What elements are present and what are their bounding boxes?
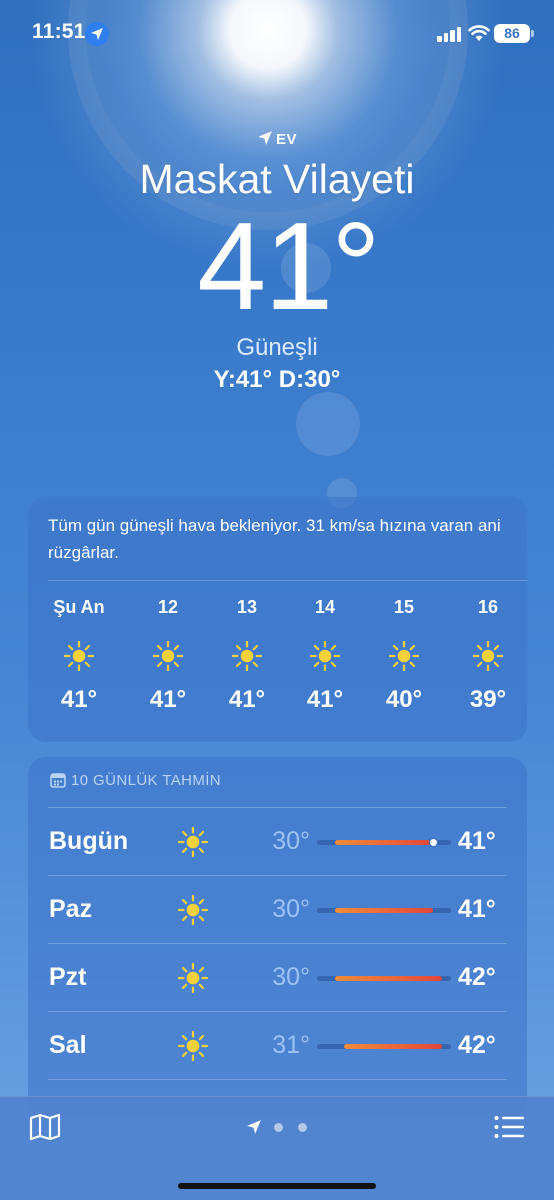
daily-forecast-card[interactable]: 10 GÜNLÜK TAHMİN Bugün 30° 41° Paz 30° 41° Pzt… (28, 757, 527, 1117)
day-name: Bugün (49, 827, 129, 855)
home-label-text: EV (275, 131, 297, 148)
lens-flare (296, 392, 360, 456)
location-arrow-icon (258, 131, 272, 145)
hour-label: 12 (157, 597, 179, 617)
status-bar: 11:51 86 (0, 0, 554, 66)
current-temp-dot (429, 839, 437, 846)
sun-icon (309, 640, 341, 672)
hourly-item: 13 41° (212, 597, 282, 714)
sun-icon (472, 640, 504, 672)
hourly-forecast-card[interactable]: Tüm gün güneşli hava bekleniyor. 31 km/s… (28, 497, 527, 742)
day-icon-wrap (177, 962, 209, 998)
calendar-icon (50, 773, 66, 788)
daily-row[interactable]: Pzt 30° 42° (28, 943, 527, 1011)
sun-icon (177, 962, 209, 994)
battery-icon: 86 (494, 24, 530, 43)
day-high-temp: 41° (458, 895, 496, 923)
forecast-summary: Tüm gün güneşli hava bekleniyor. 31 km/s… (48, 516, 501, 562)
battery-tip (531, 30, 534, 37)
temp-range-track (317, 908, 451, 913)
divider (48, 807, 507, 808)
daily-forecast-header: 10 GÜNLÜK TAHMİN (50, 772, 221, 789)
day-name: Sal (49, 1031, 87, 1059)
bottom-toolbar (0, 1096, 554, 1200)
wifi-icon (468, 25, 490, 41)
sun-icon (63, 640, 95, 672)
map-icon[interactable] (29, 1113, 61, 1141)
status-time: 11:51 (32, 20, 86, 43)
day-low-temp: 30° (272, 827, 310, 855)
daily-forecast-title: 10 GÜNLÜK TAHMİN (71, 772, 222, 789)
location-arrow-icon (247, 1120, 261, 1134)
hour-label: 15 (393, 597, 415, 617)
day-name: Paz (49, 895, 93, 923)
divider (48, 580, 527, 581)
hourly-item: Şu An 41° (44, 597, 114, 714)
list-icon[interactable] (494, 1115, 524, 1139)
hour-icon-wrap (453, 640, 523, 676)
day-low-temp: 31° (272, 1031, 310, 1059)
hour-icon-wrap (133, 640, 203, 676)
hour-temperature: 41° (149, 686, 187, 713)
sun-icon (388, 640, 420, 672)
page-indicator[interactable] (246, 1119, 316, 1135)
daily-row[interactable]: Paz 30° 41° (28, 875, 527, 943)
current-temperature: 41° (197, 198, 381, 336)
sun-icon (177, 1030, 209, 1062)
hour-icon-wrap (212, 640, 282, 676)
signal-icon (437, 26, 463, 42)
temp-range-track (317, 1044, 451, 1049)
battery-level: 86 (504, 25, 520, 41)
hour-label: 14 (314, 597, 336, 617)
divider (48, 875, 507, 876)
day-icon-wrap (177, 826, 209, 862)
divider (48, 1079, 507, 1080)
temp-range-bar (334, 908, 434, 913)
temp-range-bar (343, 1044, 443, 1049)
hour-icon-wrap (44, 640, 114, 676)
hourly-item: 12 41° (133, 597, 203, 714)
temp-range-track (317, 976, 451, 981)
sun-icon (177, 826, 209, 858)
hour-label: 13 (236, 597, 258, 617)
hour-label: Şu An (53, 597, 105, 617)
temp-range-track (317, 839, 451, 846)
hour-icon-wrap (290, 640, 360, 676)
temp-range-bar (334, 976, 443, 981)
day-low-temp: 30° (272, 963, 310, 991)
current-condition: Güneşli (236, 334, 318, 361)
hour-label: 16 (477, 597, 499, 617)
day-name: Pzt (49, 963, 87, 991)
hourly-item: 14 41° (290, 597, 360, 714)
hourly-item: 15 40° (369, 597, 439, 714)
hour-temperature: 39° (469, 686, 507, 713)
divider (48, 1011, 507, 1012)
hour-temperature: 41° (60, 686, 98, 713)
daily-row[interactable]: Bugün 30° 41° (28, 807, 527, 875)
hour-icon-wrap (369, 640, 439, 676)
hour-temperature: 41° (228, 686, 266, 713)
day-icon-wrap (177, 894, 209, 930)
daily-row[interactable]: Sal 31° 42° (28, 1011, 527, 1079)
day-icon-wrap (177, 1030, 209, 1066)
divider (48, 943, 507, 944)
hourly-item: 16 39° (453, 597, 523, 714)
sun-icon (152, 640, 184, 672)
temp-range-bar (334, 840, 434, 845)
hour-temperature: 41° (306, 686, 344, 713)
page-dot[interactable] (298, 1123, 307, 1132)
sun-icon (231, 640, 263, 672)
high-low-temperature: Y:41° D:30° (213, 366, 341, 393)
page-dot[interactable] (274, 1123, 283, 1132)
home-indicator (178, 1183, 376, 1189)
sun-icon (177, 894, 209, 926)
location-arrow-icon (85, 22, 109, 46)
day-high-temp: 42° (458, 963, 496, 991)
day-high-temp: 41° (458, 827, 496, 855)
hour-temperature: 40° (385, 686, 423, 713)
day-high-temp: 42° (458, 1031, 496, 1059)
home-location-label: EV (0, 130, 554, 148)
day-low-temp: 30° (272, 895, 310, 923)
